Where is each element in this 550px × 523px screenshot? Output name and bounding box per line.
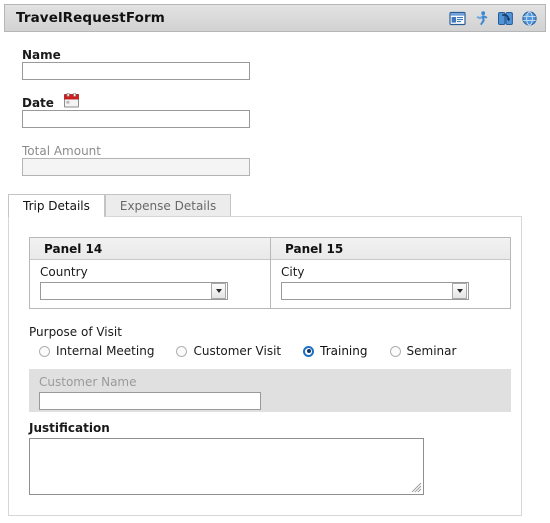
panel-15: Panel 15 City xyxy=(270,238,510,308)
total-amount-label: Total Amount xyxy=(22,144,101,158)
titlebar-icon-group xyxy=(449,10,538,27)
purpose-of-visit-group: Purpose of Visit Internal Meeting Custom… xyxy=(29,325,511,358)
customer-name-block: Customer Name xyxy=(29,369,511,412)
panel-14-body: Country xyxy=(30,260,270,308)
purpose-of-visit-radio-row: Internal Meeting Customer Visit Training… xyxy=(29,344,511,358)
refresh-icon[interactable] xyxy=(497,10,514,27)
tab-expense-details[interactable]: Expense Details xyxy=(104,194,232,217)
form-preview-icon[interactable] xyxy=(449,10,466,27)
panel-15-header: Panel 15 xyxy=(271,238,510,260)
globe-icon[interactable] xyxy=(521,10,538,27)
panel-15-body: City xyxy=(271,260,510,308)
chevron-down-icon[interactable] xyxy=(452,283,467,299)
country-combobox[interactable] xyxy=(40,282,228,300)
country-label: Country xyxy=(40,265,88,279)
calendar-icon[interactable] xyxy=(64,93,79,108)
name-label: Name xyxy=(22,48,61,62)
radio-customer-visit-label: Customer Visit xyxy=(193,344,282,358)
justification-textarea-wrap xyxy=(29,438,424,495)
run-icon[interactable] xyxy=(473,10,490,27)
travel-request-form-window: TravelRequestForm Name Date Total Amount… xyxy=(0,0,550,523)
city-combobox[interactable] xyxy=(281,282,469,300)
customer-name-input[interactable] xyxy=(39,392,261,410)
tab-trip-details-label: Trip Details xyxy=(23,199,90,213)
tabstrip: Trip Details Expense Details xyxy=(8,194,522,218)
panel-14-header: Panel 14 xyxy=(30,238,270,260)
radio-unchecked-icon xyxy=(389,345,401,357)
radio-customer-visit[interactable]: Customer Visit xyxy=(176,344,281,358)
total-amount-input[interactable] xyxy=(22,158,250,176)
radio-unchecked-icon xyxy=(39,345,50,357)
city-label: City xyxy=(281,265,305,279)
window-titlebar: TravelRequestForm xyxy=(4,4,546,32)
radio-seminar[interactable]: Seminar xyxy=(389,344,457,358)
radio-training[interactable]: Training xyxy=(303,344,368,358)
tab-trip-details[interactable]: Trip Details xyxy=(8,194,105,218)
chevron-down-icon[interactable] xyxy=(211,283,226,299)
justification-label: Justification xyxy=(29,421,110,435)
radio-training-label: Training xyxy=(320,344,368,358)
panel-14: Panel 14 Country xyxy=(30,238,270,308)
date-label: Date xyxy=(22,96,54,110)
date-input[interactable] xyxy=(22,110,250,128)
radio-checked-icon xyxy=(303,345,315,357)
radio-unchecked-icon xyxy=(176,345,188,357)
justification-textarea[interactable] xyxy=(30,439,423,494)
radio-seminar-label: Seminar xyxy=(406,344,457,358)
purpose-of-visit-label: Purpose of Visit xyxy=(29,325,122,339)
customer-name-label: Customer Name xyxy=(39,375,137,389)
panel-group: Panel 14 Country Panel 15 City xyxy=(29,237,511,309)
name-input[interactable] xyxy=(22,62,250,80)
radio-internal-meeting-label: Internal Meeting xyxy=(56,344,155,358)
justification-group: Justification xyxy=(29,421,511,495)
tab-expense-details-label: Expense Details xyxy=(119,199,217,213)
radio-internal-meeting[interactable]: Internal Meeting xyxy=(39,344,154,358)
trip-details-panel: Panel 14 Country Panel 15 City Purpose o… xyxy=(8,216,522,516)
window-title: TravelRequestForm xyxy=(16,10,165,26)
